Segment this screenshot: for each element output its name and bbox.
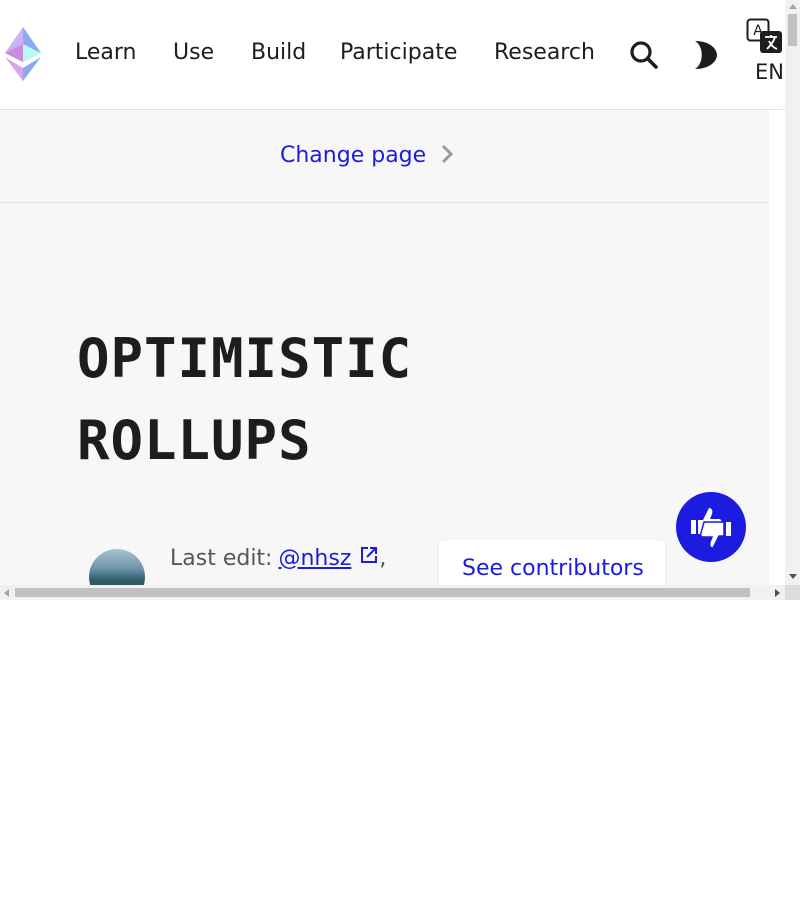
top-navigation: Learn Use Build Participate Research A E… [0, 0, 800, 110]
nav-learn[interactable]: Learn [75, 40, 137, 65]
browser-viewport: Change page OPTIMISTIC ROLLUPS Last edit… [0, 0, 800, 600]
search-icon[interactable] [629, 40, 659, 74]
change-page-button[interactable]: Change page [280, 143, 454, 168]
avatar [89, 549, 145, 585]
scroll-down-arrow-icon[interactable] [789, 574, 797, 579]
see-contributors-label: See contributors [462, 556, 644, 581]
dark-mode-icon[interactable] [691, 40, 719, 74]
thumbs-up-down-icon [689, 504, 733, 554]
nav-participate[interactable]: Participate [340, 40, 457, 65]
last-edit-prefix: Last edit: [170, 545, 273, 571]
last-edit: Last edit: @nhsz , [170, 545, 386, 571]
nav-use[interactable]: Use [173, 40, 214, 65]
scroll-left-arrow-icon[interactable] [4, 589, 9, 597]
page-title: OPTIMISTIC ROLLUPS [77, 318, 637, 482]
nav-research[interactable]: Research [494, 40, 595, 65]
last-edit-user-link[interactable]: @nhsz [278, 546, 351, 571]
chevron-right-icon [440, 144, 454, 168]
page-title-line-2: ROLLUPS [77, 409, 312, 472]
horizontal-scrollbar[interactable] [0, 585, 785, 600]
vertical-scrollbar[interactable] [785, 0, 800, 585]
ethereum-logo-icon[interactable] [4, 27, 42, 81]
change-page-label: Change page [280, 143, 427, 168]
last-edit-suffix: , [379, 545, 387, 571]
nav-build[interactable]: Build [251, 40, 306, 65]
scroll-up-arrow-icon[interactable] [789, 4, 797, 9]
feedback-button[interactable] [676, 492, 746, 562]
external-link-icon[interactable] [359, 545, 379, 571]
translate-icon: A [746, 18, 784, 58]
change-page-bar: Change page [0, 110, 769, 203]
see-contributors-button[interactable]: See contributors [439, 540, 665, 585]
horizontal-scrollbar-thumb[interactable] [15, 588, 750, 597]
language-code: EN [755, 60, 784, 84]
scrollbar-corner [785, 585, 800, 600]
page-title-line-1: OPTIMISTIC [77, 327, 413, 390]
scroll-right-arrow-icon[interactable] [775, 589, 780, 597]
vertical-scrollbar-thumb[interactable] [788, 14, 797, 46]
